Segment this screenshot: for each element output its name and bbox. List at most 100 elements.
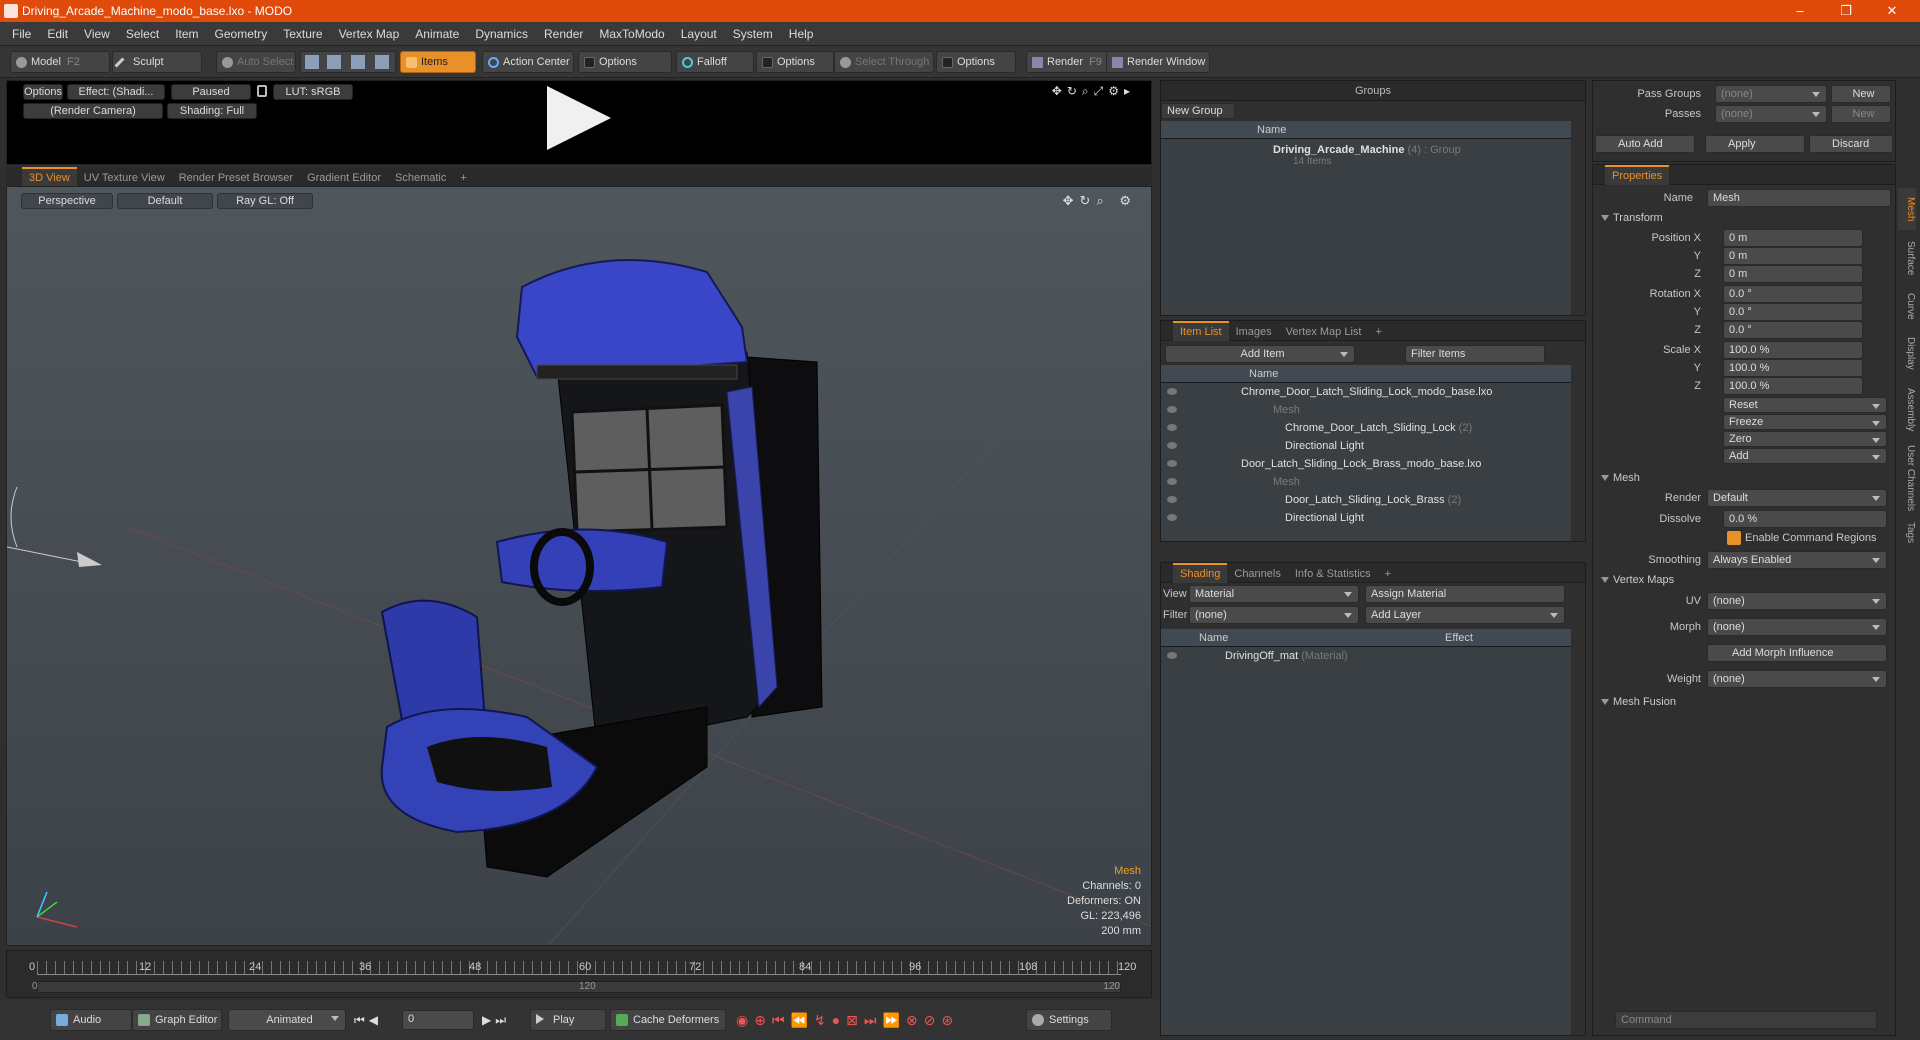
passes-dropdown[interactable]: (none) bbox=[1715, 105, 1827, 123]
enable-command-regions-checkbox[interactable] bbox=[1727, 531, 1741, 545]
preview-paused-button[interactable]: Paused bbox=[171, 84, 251, 100]
rotation-z-field[interactable]: 0.0 ° bbox=[1723, 321, 1863, 339]
side-tab-display[interactable]: Display bbox=[1898, 328, 1916, 378]
command-input[interactable]: Command bbox=[1615, 1011, 1877, 1029]
menu-texture[interactable]: Texture bbox=[275, 22, 330, 46]
freeze-dropdown[interactable]: Freeze bbox=[1723, 414, 1887, 430]
list-item[interactable]: Directional Light bbox=[1161, 509, 1571, 527]
list-item[interactable]: Mesh bbox=[1161, 401, 1571, 419]
render-camera-dropdown[interactable]: (Render Camera) bbox=[23, 103, 163, 119]
menu-geometry[interactable]: Geometry bbox=[207, 22, 276, 46]
scale-x-field[interactable]: 100.0 % bbox=[1723, 341, 1863, 359]
material-row[interactable]: DrivingOff_mat (Material) bbox=[1161, 647, 1571, 665]
tab-gradient-editor[interactable]: Gradient Editor bbox=[300, 168, 388, 188]
animated-dropdown[interactable]: Animated bbox=[228, 1009, 346, 1031]
tab-images[interactable]: Images bbox=[1229, 322, 1279, 342]
tab-info-statistics[interactable]: Info & Statistics bbox=[1288, 564, 1378, 584]
select-through-options-button[interactable]: Options bbox=[936, 51, 1016, 73]
list-item[interactable]: Chrome_Door_Latch_Sliding_Lock (2) bbox=[1161, 419, 1571, 437]
close-button[interactable]: ✕ bbox=[1872, 0, 1912, 22]
shader-tree[interactable]: DrivingOff_mat (Material) bbox=[1161, 647, 1571, 1035]
minimize-button[interactable]: – bbox=[1780, 0, 1820, 22]
list-item[interactable]: Door_Latch_Sliding_Lock_Brass_modo_base.… bbox=[1161, 455, 1571, 473]
mesh-fusion-section[interactable]: Mesh Fusion bbox=[1593, 693, 1895, 711]
select-through-button[interactable]: Select Through bbox=[834, 51, 934, 73]
position-z-field[interactable]: 0 m bbox=[1723, 265, 1863, 283]
falloff-options-button[interactable]: Options bbox=[756, 51, 834, 73]
add-dropdown[interactable]: Add bbox=[1723, 448, 1887, 464]
dissolve-field[interactable]: 0.0 % bbox=[1723, 510, 1887, 528]
menu-render[interactable]: Render bbox=[536, 22, 591, 46]
tab-uv-texture-view[interactable]: UV Texture View bbox=[77, 168, 172, 188]
scale-z-field[interactable]: 100.0 % bbox=[1723, 377, 1863, 395]
assign-material-button[interactable]: Assign Material bbox=[1365, 585, 1565, 603]
add-morph-influence-button[interactable]: Add Morph Influence bbox=[1707, 644, 1887, 662]
filter-items-input[interactable]: Filter Items bbox=[1405, 345, 1545, 363]
falloff-button[interactable]: Falloff bbox=[676, 51, 754, 73]
menu-item[interactable]: Item bbox=[167, 22, 206, 46]
tab-schematic[interactable]: Schematic bbox=[388, 168, 453, 188]
play-button[interactable]: Play bbox=[530, 1009, 606, 1031]
render-window-button[interactable]: Render Window bbox=[1106, 51, 1210, 73]
pass-groups-dropdown[interactable]: (none) bbox=[1715, 85, 1827, 103]
add-tab-button[interactable]: + bbox=[453, 168, 473, 188]
view-dropdown[interactable]: Material bbox=[1189, 585, 1359, 603]
add-layer-dropdown[interactable]: Add Layer bbox=[1365, 606, 1565, 624]
position-x-field[interactable]: 0 m bbox=[1723, 229, 1863, 247]
rotation-y-field[interactable]: 0.0 ° bbox=[1723, 303, 1863, 321]
new-group-button[interactable]: New Group bbox=[1161, 103, 1235, 119]
lut-dropdown[interactable]: LUT: sRGB bbox=[273, 84, 353, 100]
position-y-field[interactable]: 0 m bbox=[1723, 247, 1863, 265]
lock-icon[interactable] bbox=[257, 85, 267, 97]
record-key-icons[interactable]: ◉⊕⏮⏪↯●⊠⏭⏩⊗⊘⊛ bbox=[736, 1012, 959, 1029]
3d-viewport[interactable]: Perspective Default Ray GL: Off ✥↻⌕ ⚙ Me… bbox=[6, 186, 1152, 946]
auto-select-button[interactable]: Auto Select bbox=[216, 51, 296, 73]
new-pass-button[interactable]: New bbox=[1831, 105, 1891, 123]
tab-render-preset-browser[interactable]: Render Preset Browser bbox=[172, 168, 300, 188]
maximize-button[interactable]: ❐ bbox=[1826, 0, 1866, 22]
prev-key-icons[interactable]: ⏮◀ bbox=[354, 1013, 382, 1028]
side-tab-mesh[interactable]: Mesh bbox=[1898, 188, 1916, 230]
weight-dropdown[interactable]: (none) bbox=[1707, 670, 1887, 688]
action-center-options-button[interactable]: Options bbox=[578, 51, 672, 73]
scale-y-field[interactable]: 100.0 % bbox=[1723, 359, 1863, 377]
list-item[interactable]: Chrome_Door_Latch_Sliding_Lock_modo_base… bbox=[1161, 383, 1571, 401]
menu-layout[interactable]: Layout bbox=[673, 22, 725, 46]
menu-system[interactable]: System bbox=[725, 22, 781, 46]
tab-vertex-map-list[interactable]: Vertex Map List bbox=[1279, 322, 1369, 342]
side-tab-user-channels[interactable]: User Channels bbox=[1898, 442, 1916, 514]
menu-animate[interactable]: Animate bbox=[407, 22, 467, 46]
action-center-button[interactable]: Action Center bbox=[482, 51, 574, 73]
menu-edit[interactable]: Edit bbox=[39, 22, 76, 46]
graph-editor-button[interactable]: Graph Editor bbox=[132, 1009, 222, 1031]
add-item-dropdown[interactable]: Add Item bbox=[1165, 345, 1355, 363]
menu-help[interactable]: Help bbox=[781, 22, 822, 46]
name-field[interactable]: Mesh bbox=[1707, 189, 1891, 207]
item-list[interactable]: Chrome_Door_Latch_Sliding_Lock_modo_base… bbox=[1161, 383, 1571, 541]
side-tab-surface[interactable]: Surface bbox=[1898, 232, 1916, 284]
transform-section[interactable]: Transform bbox=[1593, 209, 1895, 227]
timeline-range-bar[interactable]: 0 120 120 bbox=[32, 981, 1121, 993]
apply-button[interactable]: Apply bbox=[1705, 135, 1805, 153]
preview-effect-dropdown[interactable]: Effect: (Shadi... bbox=[67, 84, 165, 100]
menu-maxtomodo[interactable]: MaxToModo bbox=[591, 22, 672, 46]
menu-dynamics[interactable]: Dynamics bbox=[467, 22, 536, 46]
side-tab-curve[interactable]: Curve bbox=[1898, 286, 1916, 326]
list-item[interactable]: Door_Latch_Sliding_Lock_Brass (2) bbox=[1161, 491, 1571, 509]
menu-vertex-map[interactable]: Vertex Map bbox=[331, 22, 408, 46]
polygons-mode-icon[interactable] bbox=[351, 55, 365, 69]
materials-mode-icon[interactable] bbox=[375, 55, 389, 69]
preview-options-button[interactable]: Options bbox=[23, 84, 63, 100]
settings-button[interactable]: Settings bbox=[1026, 1009, 1112, 1031]
smoothing-dropdown[interactable]: Always Enabled bbox=[1707, 551, 1887, 569]
list-item[interactable]: Directional Light bbox=[1161, 437, 1571, 455]
tab-shading[interactable]: Shading bbox=[1173, 563, 1228, 583]
morph-dropdown[interactable]: (none) bbox=[1707, 618, 1887, 636]
side-tab-assembly[interactable]: Assembly bbox=[1898, 380, 1916, 440]
rotation-x-field[interactable]: 0.0 ° bbox=[1723, 285, 1863, 303]
filter-dropdown[interactable]: (none) bbox=[1189, 606, 1359, 624]
discard-button[interactable]: Discard bbox=[1809, 135, 1893, 153]
render-dropdown[interactable]: Default bbox=[1707, 489, 1887, 507]
reset-dropdown[interactable]: Reset bbox=[1723, 397, 1887, 413]
tab-properties[interactable]: Properties bbox=[1605, 165, 1670, 185]
